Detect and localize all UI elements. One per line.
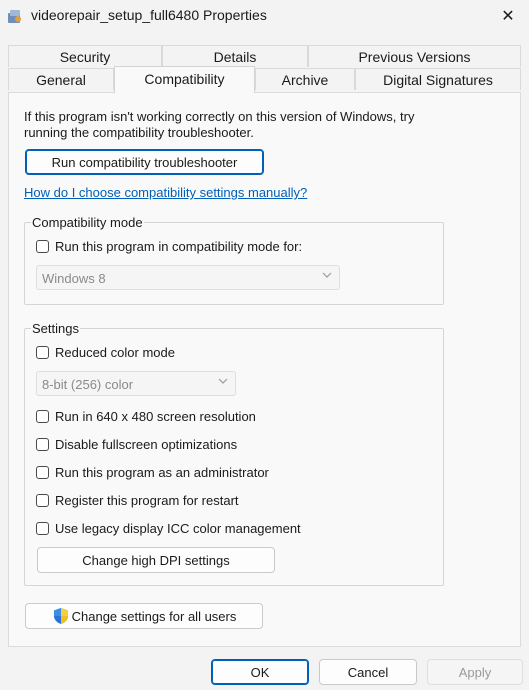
intro-line-2: running the compatibility troubleshooter… — [24, 125, 254, 140]
register-restart-label: Register this program for restart — [55, 493, 239, 508]
chevron-down-icon — [218, 378, 228, 384]
tab-previous-versions[interactable]: Previous Versions — [308, 45, 521, 67]
fullscreen-opt-checkbox[interactable] — [36, 438, 49, 451]
legacy-icc-row[interactable]: Use legacy display ICC color management — [36, 521, 301, 536]
tab-compatibility[interactable]: Compatibility — [114, 66, 255, 93]
register-restart-checkbox[interactable] — [36, 494, 49, 507]
fullscreen-opt-label: Disable fullscreen optimizations — [55, 437, 238, 452]
ok-button[interactable]: OK — [211, 659, 309, 685]
res-640-label: Run in 640 x 480 screen resolution — [55, 409, 256, 424]
change-dpi-button[interactable]: Change high DPI settings — [37, 547, 275, 573]
reduced-color-checkbox[interactable] — [36, 346, 49, 359]
res-640-row[interactable]: Run in 640 x 480 screen resolution — [36, 409, 256, 424]
run-as-admin-row[interactable]: Run this program as an administrator — [36, 465, 269, 480]
compat-mode-checkbox[interactable] — [36, 240, 49, 253]
compat-mode-label: Run this program in compatibility mode f… — [55, 239, 303, 254]
tab-security[interactable]: Security — [8, 45, 162, 67]
change-all-users-label: Change settings for all users — [71, 608, 237, 624]
compatibility-mode-group — [24, 222, 444, 305]
res-640-checkbox[interactable] — [36, 410, 49, 423]
apply-button[interactable]: Apply — [427, 659, 523, 685]
intro-line-1: If this program isn't working correctly … — [24, 109, 415, 124]
compatibility-mode-legend: Compatibility mode — [31, 215, 144, 230]
legacy-icc-checkbox[interactable] — [36, 522, 49, 535]
tab-archive[interactable]: Archive — [255, 68, 355, 90]
run-as-admin-checkbox[interactable] — [36, 466, 49, 479]
color-mode-select[interactable]: 8-bit (256) color — [36, 371, 236, 396]
run-as-admin-label: Run this program as an administrator — [55, 465, 269, 480]
register-restart-row[interactable]: Register this program for restart — [36, 493, 239, 508]
help-link[interactable]: How do I choose compatibility settings m… — [24, 185, 307, 200]
close-icon: ✕ — [501, 8, 515, 25]
settings-legend: Settings — [31, 321, 80, 336]
color-mode-value: 8-bit (256) color — [42, 377, 134, 392]
reduced-color-label: Reduced color mode — [55, 345, 175, 360]
reduced-color-row[interactable]: Reduced color mode — [36, 345, 175, 360]
run-troubleshooter-button[interactable]: Run compatibility troubleshooter — [25, 149, 264, 175]
tab-general[interactable]: General — [8, 68, 114, 90]
tab-digital-signatures[interactable]: Digital Signatures — [355, 68, 521, 90]
os-version-select[interactable]: Windows 8 — [36, 265, 340, 290]
tab-details[interactable]: Details — [162, 45, 308, 67]
compat-mode-checkbox-row[interactable]: Run this program in compatibility mode f… — [36, 239, 302, 254]
change-all-users-button[interactable]: Change settings for all users — [25, 603, 263, 629]
legacy-icc-label: Use legacy display ICC color management — [55, 521, 301, 536]
os-version-value: Windows 8 — [42, 271, 106, 286]
fullscreen-opt-row[interactable]: Disable fullscreen optimizations — [36, 437, 237, 452]
app-icon — [6, 7, 24, 25]
chevron-down-icon — [322, 272, 332, 278]
close-button[interactable]: ✕ — [487, 0, 529, 32]
cancel-button[interactable]: Cancel — [319, 659, 417, 685]
uac-shield-icon — [53, 608, 68, 624]
window-title: videorepair_setup_full6480 Properties — [31, 7, 267, 23]
